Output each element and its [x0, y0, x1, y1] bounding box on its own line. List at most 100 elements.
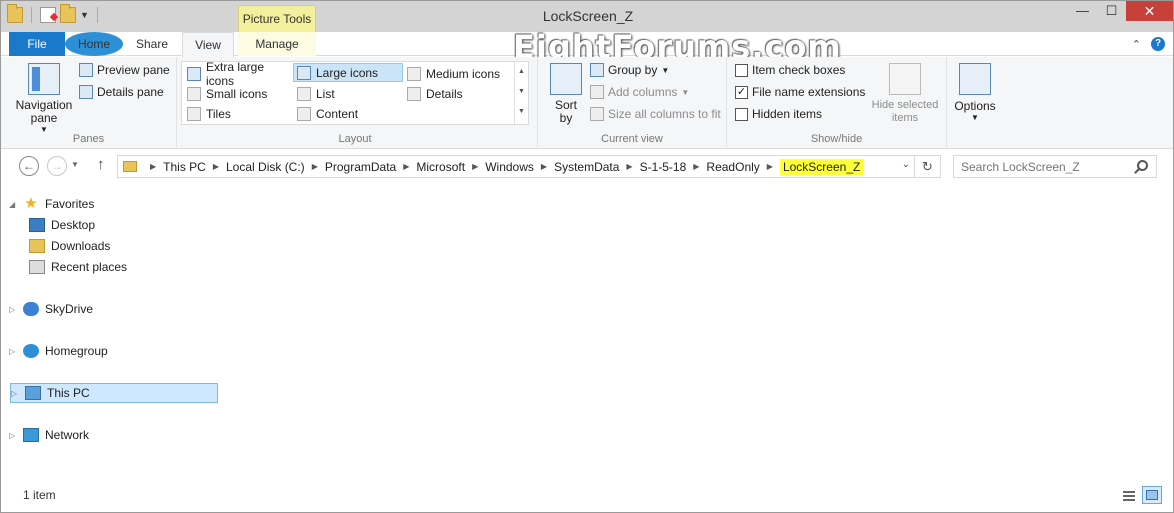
show-hide-group: Item check boxes ✓ File name extensions … — [727, 57, 947, 149]
minimize-ribbon-icon[interactable]: ⌃ — [1132, 38, 1141, 51]
layout-small-icons[interactable]: Small icons — [184, 84, 292, 103]
layout-list[interactable]: List — [294, 84, 402, 103]
sort-by-button[interactable]: Sort by — [546, 63, 586, 125]
sort-by-icon — [550, 63, 582, 95]
recent-locations-dropdown-icon[interactable]: ▼ — [71, 160, 79, 169]
gallery-scroll-down-icon[interactable]: ▼ — [515, 82, 528, 102]
layout-extra-large-icons[interactable]: Extra large icons — [184, 60, 292, 88]
add-columns-icon — [590, 85, 604, 99]
layout-item-label: Details — [426, 86, 463, 101]
maximize-button[interactable]: ☐ — [1097, 1, 1126, 21]
up-button[interactable]: ↑ — [97, 156, 105, 173]
panes-group: Navigation pane ▼ Preview pane Details p… — [1, 57, 177, 149]
layout-large-icons[interactable]: Large icons — [293, 63, 403, 82]
tree-item-this-pc[interactable]: ▷ This PC — [10, 383, 218, 403]
tree-item-downloads[interactable]: Downloads — [27, 236, 110, 256]
window-title: LockScreen_Z — [542, 8, 634, 24]
forward-button[interactable]: → — [47, 156, 67, 176]
refresh-icon[interactable]: ↻ — [914, 156, 940, 177]
search-input[interactable] — [954, 156, 1124, 177]
expand-icon[interactable]: ▷ — [11, 389, 23, 398]
group-by-button[interactable]: Group by ▼ — [590, 63, 669, 77]
breadcrumb-separator-icon[interactable]: ▶ — [403, 162, 409, 171]
minimize-button[interactable]: — — [1068, 1, 1097, 21]
item-check-boxes-checkbox[interactable] — [735, 63, 748, 77]
tree-item-label: Homegroup — [45, 344, 108, 358]
breadcrumb-item[interactable]: ProgramData — [325, 160, 396, 174]
large-icons-view-button[interactable] — [1142, 486, 1162, 504]
breadcrumb-item[interactable]: Local Disk (C:) — [226, 160, 305, 174]
collapse-icon[interactable]: ◢ — [9, 200, 21, 209]
tab-manage[interactable]: Manage — [238, 32, 316, 56]
layout-details[interactable]: Details — [404, 84, 512, 103]
breadcrumb-separator-icon[interactable]: ▶ — [626, 162, 632, 171]
large-icons-view-icon — [1146, 490, 1158, 500]
search-box[interactable] — [953, 155, 1157, 178]
gallery-scroll-up-icon[interactable]: ▲ — [515, 62, 528, 82]
file-name-extensions-checkbox[interactable]: ✓ — [735, 85, 748, 99]
layout-content[interactable]: Content — [294, 104, 402, 123]
desktop-icon — [29, 218, 45, 232]
hidden-items-toggle[interactable]: Hidden items — [735, 107, 822, 121]
chevron-down-icon: ▼ — [681, 87, 690, 97]
tab-home[interactable]: Home — [65, 32, 123, 56]
layout-tiles[interactable]: Tiles — [184, 104, 292, 123]
details-pane-label: Details pane — [97, 85, 164, 99]
breadcrumb-item[interactable]: S-1-5-18 — [640, 160, 687, 174]
expand-icon[interactable]: ▷ — [9, 347, 21, 356]
help-icon[interactable]: ? — [1151, 37, 1165, 51]
layout-group-label: Layout — [338, 133, 372, 145]
hide-selected-items-button[interactable]: Hide selected items — [867, 63, 943, 125]
tree-item-network[interactable]: ▷ Network — [9, 425, 89, 445]
explorer-window: ▼ LockScreen_Z Picture Tools — ☐ ✕ File … — [0, 0, 1174, 513]
back-button[interactable]: ← — [19, 156, 39, 176]
hidden-items-checkbox[interactable] — [735, 107, 748, 121]
tree-item-label: This PC — [47, 386, 90, 400]
tab-file[interactable]: File — [9, 32, 65, 56]
expand-icon[interactable]: ▷ — [9, 305, 21, 314]
breadcrumb-separator-icon[interactable]: ▶ — [693, 162, 699, 171]
homegroup-icon — [23, 344, 39, 358]
options-button[interactable]: Options ▼ — [951, 63, 999, 122]
gallery-expand-icon[interactable]: ▼ — [515, 102, 528, 122]
breadcrumb-item[interactable]: This PC — [163, 160, 206, 174]
breadcrumb-item[interactable]: Microsoft — [416, 160, 465, 174]
size-all-columns-button[interactable]: Size all columns to fit — [590, 107, 721, 121]
tree-item-recent-places[interactable]: Recent places — [27, 257, 127, 277]
tree-item-skydrive[interactable]: ▷ SkyDrive — [9, 299, 93, 319]
navigation-pane-label: Navigation pane — [15, 98, 73, 125]
search-icon[interactable] — [1137, 160, 1148, 171]
breadcrumb-separator-icon[interactable]: ▶ — [150, 162, 156, 171]
breadcrumb-separator-icon[interactable]: ▶ — [472, 162, 478, 171]
breadcrumb-separator-icon[interactable]: ▶ — [213, 162, 219, 171]
file-name-extensions-toggle[interactable]: ✓ File name extensions — [735, 85, 865, 99]
tab-share[interactable]: Share — [123, 32, 181, 56]
medium-icons-icon — [407, 66, 421, 81]
navigation-pane-button[interactable]: Navigation pane ▼ — [11, 63, 77, 134]
breadcrumb-separator-icon[interactable]: ▶ — [312, 162, 318, 171]
preview-pane-button[interactable]: Preview pane — [79, 63, 170, 77]
breadcrumb-separator-icon[interactable]: ▶ — [541, 162, 547, 171]
add-columns-button[interactable]: Add columns ▼ — [590, 85, 689, 99]
file-name-extensions-label: File name extensions — [752, 85, 866, 99]
breadcrumb-separator-icon[interactable]: ▶ — [767, 162, 773, 171]
tree-item-favorites[interactable]: ◢ ★ Favorites — [9, 194, 94, 214]
tree-item-label: Downloads — [51, 239, 111, 253]
details-pane-button[interactable]: Details pane — [79, 85, 164, 99]
layout-medium-icons[interactable]: Medium icons — [404, 64, 514, 83]
file-list-area[interactable] — [219, 187, 1173, 483]
address-dropdown-icon[interactable]: ⌄ — [902, 159, 910, 170]
details-view-button[interactable] — [1119, 486, 1139, 504]
address-bar[interactable]: ▶ This PC ▶ Local Disk (C:) ▶ ProgramDat… — [117, 155, 941, 178]
breadcrumb-item[interactable]: ReadOnly — [706, 160, 759, 174]
close-button[interactable]: ✕ — [1126, 1, 1173, 21]
hide-selected-icon — [889, 63, 921, 95]
breadcrumb-item[interactable]: Windows — [485, 160, 534, 174]
breadcrumb-item[interactable]: SystemData — [554, 160, 619, 174]
breadcrumb-current[interactable]: LockScreen_Z — [779, 158, 864, 175]
tree-item-desktop[interactable]: Desktop — [27, 215, 95, 235]
expand-icon[interactable]: ▷ — [9, 431, 21, 440]
item-check-boxes-toggle[interactable]: Item check boxes — [735, 63, 845, 77]
tree-item-homegroup[interactable]: ▷ Homegroup — [9, 341, 108, 361]
tab-view[interactable]: View — [182, 32, 234, 57]
